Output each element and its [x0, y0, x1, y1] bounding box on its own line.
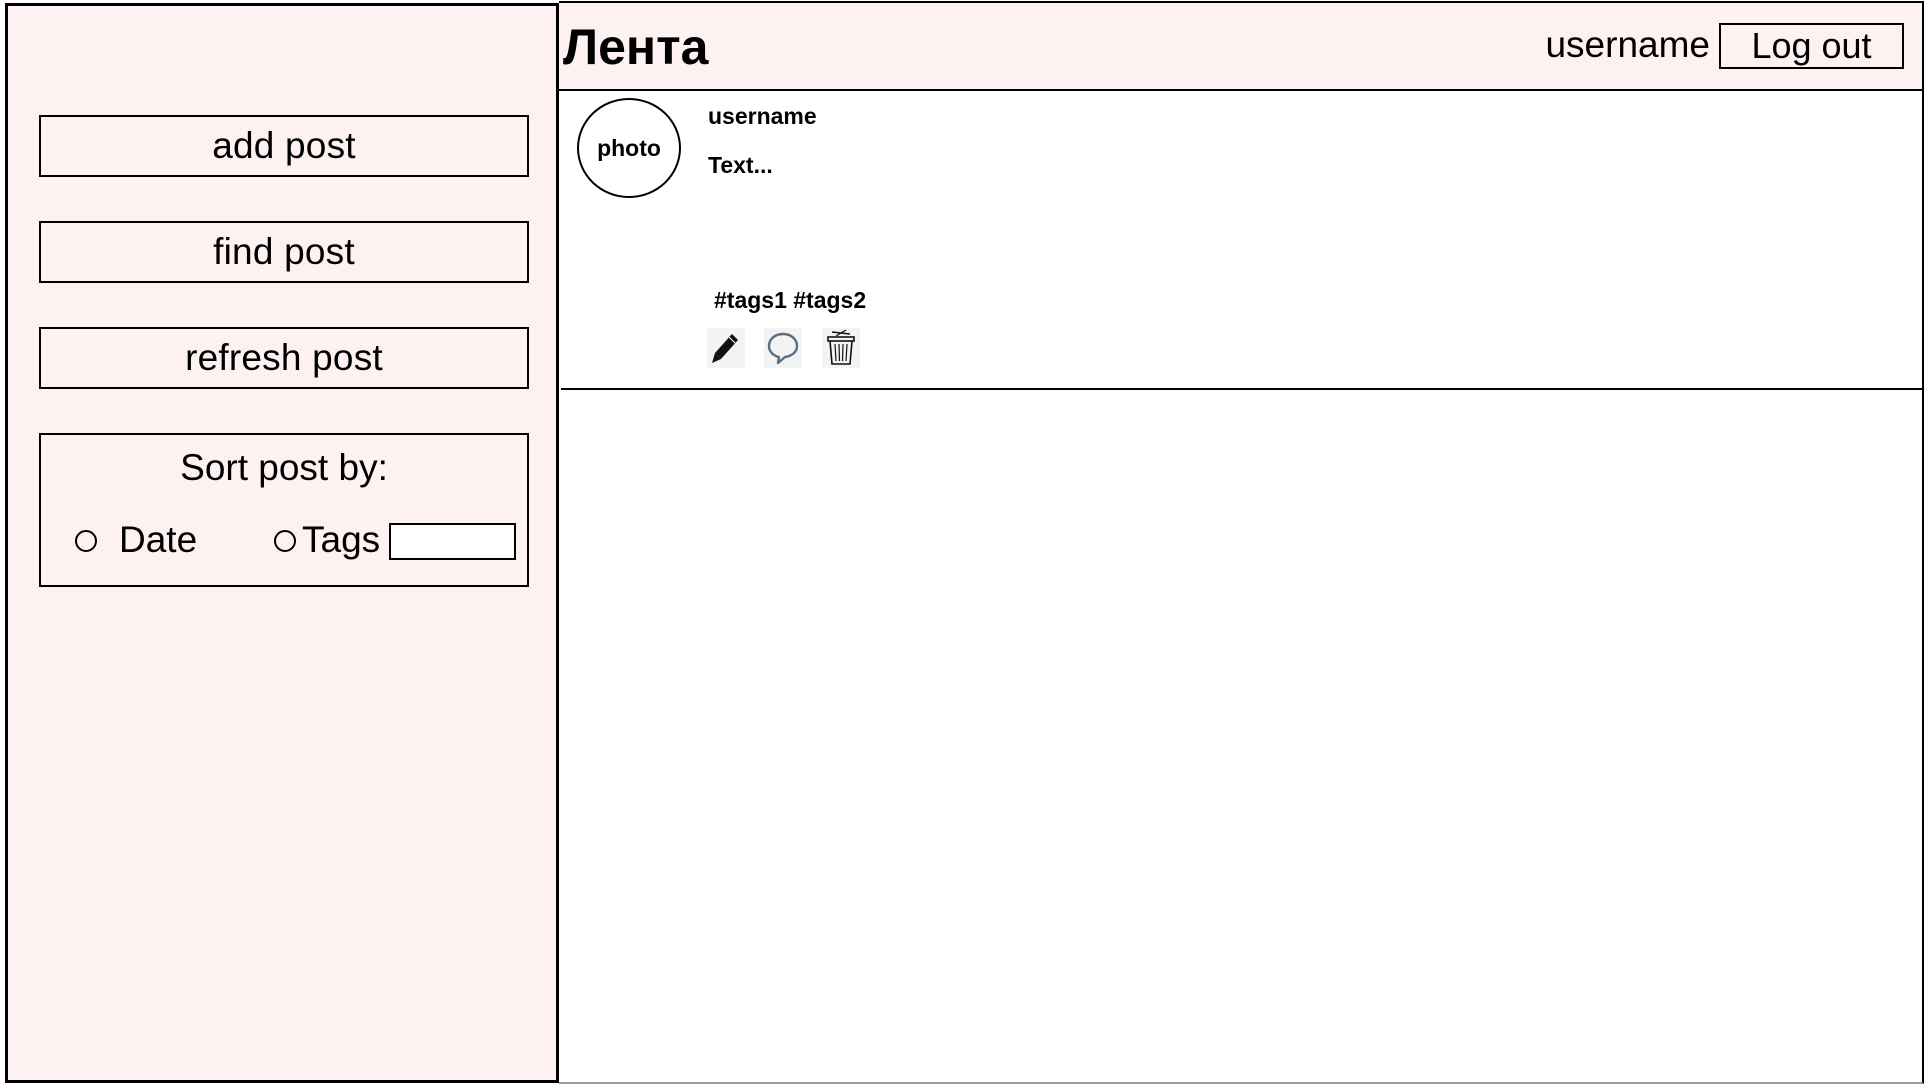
post-username: username — [708, 103, 817, 129]
find-post-button[interactable]: find post — [39, 221, 529, 283]
sort-title: Sort post by: — [180, 447, 388, 488]
refresh-post-button[interactable]: refresh post — [39, 327, 529, 389]
post-item: photo username Text... #tags1 #tags2 — [561, 93, 1922, 390]
feed-panel: Лента username Log out photo username Te… — [559, 1, 1924, 1084]
app-window: add post find post refresh post Sort pos… — [0, 0, 1928, 1090]
comment-post-button[interactable] — [764, 328, 802, 368]
trash-icon — [827, 329, 855, 365]
page-title: Лента — [563, 19, 709, 75]
sort-tags-label: Tags — [302, 519, 381, 560]
avatar: photo — [577, 98, 681, 198]
pencil-icon — [712, 334, 738, 363]
sidebar: add post find post refresh post Sort pos… — [5, 3, 559, 1083]
add-post-button[interactable]: add post — [39, 115, 529, 177]
sort-date-label: Date — [119, 519, 198, 560]
sort-tags-input[interactable] — [389, 523, 516, 560]
sort-panel: Sort post by: Date Tags — [39, 433, 529, 587]
post-text: Text... — [708, 152, 773, 178]
sort-date-radio[interactable] — [75, 530, 97, 552]
sort-tags-radio[interactable] — [274, 530, 296, 552]
edit-post-button[interactable] — [707, 328, 745, 368]
header: Лента username Log out — [559, 3, 1922, 91]
logout-button[interactable]: Log out — [1719, 23, 1904, 69]
header-username: username — [1545, 24, 1710, 65]
delete-post-button[interactable] — [822, 328, 860, 368]
post-tags: #tags1 #tags2 — [714, 287, 867, 313]
speech-bubble-icon — [767, 332, 799, 365]
